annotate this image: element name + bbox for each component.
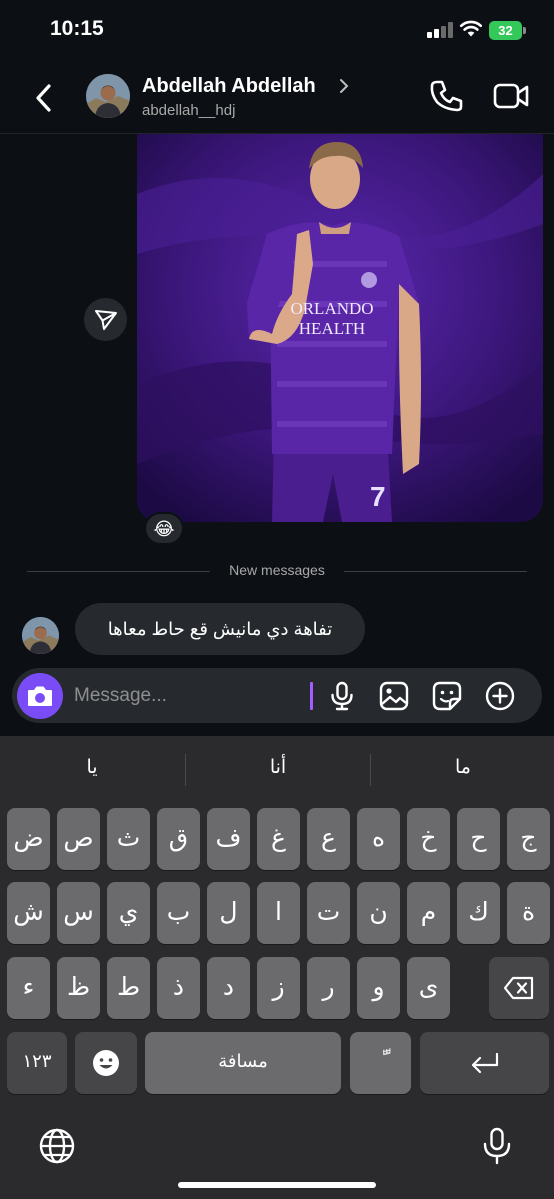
key[interactable]: غ [257,808,300,870]
key[interactable]: ط [107,957,150,1019]
key[interactable]: ذ [157,957,200,1019]
numbers-key[interactable]: ١٢٣ [7,1032,67,1094]
return-icon [471,1052,498,1074]
chevron-right-icon[interactable] [337,76,351,96]
key[interactable]: ج [507,808,550,870]
key[interactable]: ر [307,957,350,1019]
new-messages-divider: New messages [229,562,325,578]
battery-tip [523,27,526,34]
battery-indicator: 32 [489,21,522,40]
key[interactable]: خ [407,808,450,870]
chat-header: Abdellah Abdellah abdellah__hdj [0,62,554,134]
key[interactable]: ى [407,957,450,1019]
sender-avatar[interactable] [22,617,59,654]
gallery-icon[interactable] [378,680,410,712]
key[interactable]: س [57,882,100,944]
microphone-icon[interactable] [326,680,358,712]
jersey-text-line2: HEALTH [299,319,365,338]
emoji-key[interactable] [75,1032,137,1094]
diacritic-key[interactable]: ًّ [350,1032,411,1094]
message-input[interactable] [74,676,304,716]
key[interactable]: ش [7,882,50,944]
key[interactable]: ك [457,882,500,944]
key[interactable]: ي [107,882,150,944]
camera-icon [28,686,52,706]
wifi-icon [459,20,483,37]
signal-icon [427,22,453,38]
globe-icon[interactable] [37,1126,77,1166]
share-icon [95,310,117,330]
contact-avatar[interactable] [86,74,130,118]
backspace-icon [503,976,534,1000]
status-time: 10:15 [50,17,104,40]
key[interactable]: ن [357,882,400,944]
backspace-key[interactable] [489,957,549,1019]
contact-username[interactable]: abdellah__hdj [142,102,235,119]
phone-icon[interactable] [428,78,464,114]
key[interactable]: ز [257,957,300,1019]
suggestion-2[interactable]: أنا [186,756,370,779]
jersey-text-line1: ORLANDO [290,299,373,318]
key[interactable]: ح [457,808,500,870]
key[interactable]: ت [307,882,350,944]
dictation-icon[interactable] [477,1126,517,1166]
suggestion-1[interactable]: يا [0,756,184,779]
suggestion-3[interactable]: ما [371,756,554,779]
message-composer [12,668,542,723]
key[interactable]: ه [357,808,400,870]
keyboard: يا أنا ما ض ص ث ق ف غ ع ه خ ح ج ش س ي ب … [0,736,554,1199]
share-button[interactable] [84,298,127,341]
media-message[interactable]: 7 ORLANDO HEALTH [137,134,543,522]
space-key[interactable]: مسافة [145,1032,341,1094]
key[interactable]: د [207,957,250,1019]
key[interactable]: ب [157,882,200,944]
shorts-number: 7 [370,481,386,512]
key[interactable]: ظ [57,957,100,1019]
key[interactable]: ص [57,808,100,870]
key[interactable]: ة [507,882,550,944]
key[interactable]: م [407,882,450,944]
screen: 10:15 32 Abdellah Abdellah abdellah__hdj… [0,0,554,1199]
contact-name[interactable]: Abdellah Abdellah [142,75,316,98]
key[interactable]: ض [7,808,50,870]
key[interactable]: ق [157,808,200,870]
key[interactable]: ف [207,808,250,870]
text-cursor [310,682,313,710]
back-icon[interactable] [30,78,60,118]
emoji-icon [93,1050,119,1076]
status-bar: 10:15 32 [0,0,554,62]
plus-icon[interactable] [484,680,516,712]
reaction-emoji[interactable]: 😂 [144,512,184,545]
home-indicator [178,1182,376,1188]
camera-button[interactable] [17,673,63,719]
divider-line-left [27,571,210,572]
key[interactable]: ل [207,882,250,944]
return-key[interactable] [420,1032,549,1094]
key[interactable]: ا [257,882,300,944]
key[interactable]: ث [107,808,150,870]
key[interactable]: ء [7,957,50,1019]
key[interactable]: ع [307,808,350,870]
video-camera-icon[interactable] [492,80,530,112]
key[interactable]: و [357,957,400,1019]
divider-line-right [344,571,527,572]
sticker-icon[interactable] [431,680,463,712]
received-message[interactable]: تفاهة دي مانيش قع حاط معاها [75,603,365,655]
